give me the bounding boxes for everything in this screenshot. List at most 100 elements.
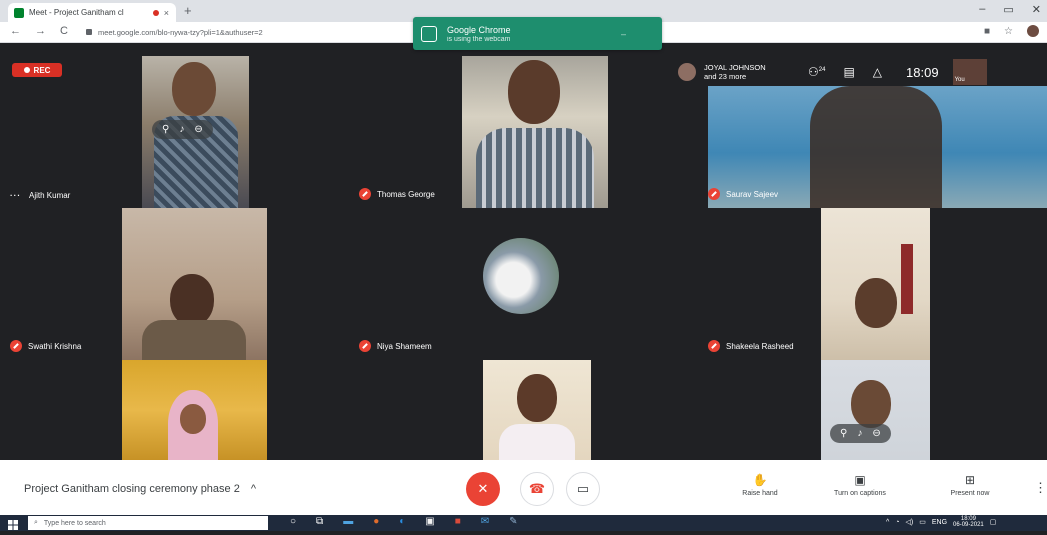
mail-icon[interactable]: ✉: [481, 516, 489, 527]
maximize-button[interactable]: ▭: [1003, 3, 1013, 16]
bookmark-star-icon[interactable]: ☆: [1004, 26, 1013, 37]
mic-icon[interactable]: ♪: [179, 124, 184, 135]
people-icon[interactable]: ⚇24: [808, 65, 825, 79]
camera-toggle-button[interactable]: ▭: [566, 472, 600, 506]
webcam-notification[interactable]: Google Chrome is using the webcam –: [413, 17, 662, 50]
raise-hand-button[interactable]: ✋ Raise hand: [720, 473, 800, 497]
cortana-icon[interactable]: ○: [290, 516, 296, 527]
volume-icon[interactable]: ◁): [906, 518, 914, 526]
captions-button[interactable]: ▣ Turn on captions: [820, 473, 900, 497]
participant-video: [462, 56, 608, 208]
webcam-icon: [421, 25, 437, 42]
notifications-icon[interactable]: ▢: [990, 518, 997, 526]
participant-avatar: [483, 238, 559, 314]
forward-arrow-icon[interactable]: →: [35, 25, 46, 37]
participant-tile[interactable]: Swathi Krishna: [0, 208, 349, 360]
recording-badge: REC: [12, 63, 62, 77]
raise-hand-label: Raise hand: [742, 490, 778, 497]
meeting-clock: 18:09: [906, 64, 939, 80]
navigation-buttons: ← → C: [10, 25, 68, 37]
task-view-icon[interactable]: ⧉: [316, 516, 323, 527]
participant-video: [821, 360, 930, 460]
search-icon: ⌕: [34, 519, 38, 526]
leave-call-button[interactable]: ☎: [520, 472, 554, 506]
office-icon[interactable]: ■: [455, 516, 461, 527]
taskbar-search[interactable]: ⌕ Type here to search: [28, 516, 268, 530]
participant-tile[interactable]: [0, 360, 349, 460]
file-explorer-icon[interactable]: ▬: [343, 516, 353, 527]
pin-icon[interactable]: ⚲: [162, 124, 169, 135]
notification-close-icon[interactable]: –: [621, 29, 626, 39]
mic-off-icon: [708, 188, 720, 200]
participant-tile[interactable]: [349, 360, 698, 460]
participant-name: Thomas George: [377, 189, 435, 199]
presenter-avatar: [678, 63, 696, 81]
battery-icon[interactable]: ▭: [919, 518, 926, 526]
participant-video: [483, 360, 591, 460]
participant-name: Shakeela Rasheed: [726, 341, 794, 351]
omnibox[interactable]: meet.google.com/blo-nywa-tzy?pli=1&authu…: [86, 25, 386, 39]
tile-hover-controls: ⚲ ♪ ⊖: [830, 424, 891, 443]
meeting-details[interactable]: Project Ganitham closing ceremony phase …: [24, 483, 256, 495]
chevron-up-icon[interactable]: ^: [251, 483, 256, 495]
camera-icon: ▭: [576, 481, 590, 496]
edge-icon[interactable]: ◐: [399, 516, 405, 527]
participant-name-row: Shakeela Rasheed: [708, 340, 794, 352]
network-icon[interactable]: ◔: [895, 519, 899, 526]
participant-name-row: Swathi Krishna: [10, 340, 81, 352]
self-label: You: [954, 77, 965, 83]
present-now-button[interactable]: ⊞ Present now: [930, 473, 1010, 497]
participant-video: [122, 208, 267, 360]
mic-off-icon: [359, 340, 371, 352]
profile-avatar[interactable]: [1027, 25, 1039, 37]
participant-tile[interactable]: ⚲ ♪ ⊖ ··· Ajith Kumar: [0, 56, 349, 208]
participant-name: Swathi Krishna: [28, 341, 82, 351]
minimize-button[interactable]: –: [979, 3, 985, 16]
remove-icon[interactable]: ⊖: [872, 428, 880, 439]
browser-tab[interactable]: Meet - Project Ganitham cl ×: [8, 3, 176, 22]
participant-name-row: ··· Ajith Kumar: [10, 191, 70, 200]
language-indicator[interactable]: ENG: [932, 519, 947, 526]
mic-icon[interactable]: ♪: [857, 428, 862, 439]
remove-icon[interactable]: ⊖: [194, 124, 202, 135]
mic-off-icon: [10, 340, 22, 352]
participant-name-row: Saurav Sajeev: [708, 188, 778, 200]
taskbar-date: 06-09-2021: [953, 522, 984, 528]
tab-close-button[interactable]: ×: [164, 8, 169, 18]
system-tray: ^ ◔ ◁) ▭ ENG 18:09 06-09-2021 ▢: [886, 516, 996, 528]
participant-name-row: Thomas George: [359, 188, 435, 200]
participant-tile[interactable]: ⚲ ♪ ⊖: [698, 360, 1047, 460]
reload-icon[interactable]: C: [60, 25, 68, 37]
hang-up-icon: ☎: [528, 481, 546, 496]
store-icon[interactable]: ▣: [425, 516, 434, 527]
tile-hover-controls: ⚲ ♪ ⊖: [152, 120, 213, 139]
close-window-button[interactable]: ✕: [1032, 3, 1041, 16]
app-icon[interactable]: ✎: [509, 516, 517, 527]
chrome-icon[interactable]: ●: [373, 516, 379, 527]
participant-tile[interactable]: Thomas George: [349, 56, 698, 208]
tray-chevron-icon[interactable]: ^: [886, 519, 889, 526]
pin-icon[interactable]: ⚲: [840, 428, 847, 439]
people-count: 24: [818, 67, 826, 73]
more-options-icon[interactable]: ⋮: [1034, 480, 1047, 496]
participant-summary: JOYAL JOHNSON and 23 more: [704, 63, 790, 81]
new-tab-button[interactable]: +: [184, 3, 192, 18]
window-controls: – ▭ ✕: [979, 3, 1041, 16]
url-text: meet.google.com/blo-nywa-tzy?pli=1&authu…: [98, 27, 263, 37]
host-name: JOYAL JOHNSON: [704, 63, 766, 72]
activities-icon[interactable]: △: [873, 65, 882, 79]
mic-toggle-button[interactable]: ✕: [466, 472, 500, 506]
taskbar-apps: ○ ⧉ ▬ ● ◐ ▣ ■ ✉ ✎: [290, 516, 518, 527]
captions-icon: ▣: [854, 473, 866, 487]
captions-label: Turn on captions: [834, 490, 886, 497]
mic-off-icon: [359, 188, 371, 200]
participant-tile[interactable]: Shakeela Rasheed: [698, 208, 1047, 360]
chat-icon[interactable]: ▤: [843, 65, 854, 79]
notification-subtitle: is using the webcam: [447, 35, 511, 43]
meeting-top-info: JOYAL JOHNSON and 23 more ⚇24 ▤ △ 18:09 …: [678, 58, 1047, 86]
back-arrow-icon[interactable]: ←: [10, 25, 21, 37]
windows-start-icon[interactable]: [8, 517, 18, 530]
taskbar-clock[interactable]: 18:09 06-09-2021: [953, 516, 984, 528]
participant-tile[interactable]: Niya Shameem: [349, 208, 698, 360]
camera-in-use-icon[interactable]: ■: [984, 26, 990, 37]
